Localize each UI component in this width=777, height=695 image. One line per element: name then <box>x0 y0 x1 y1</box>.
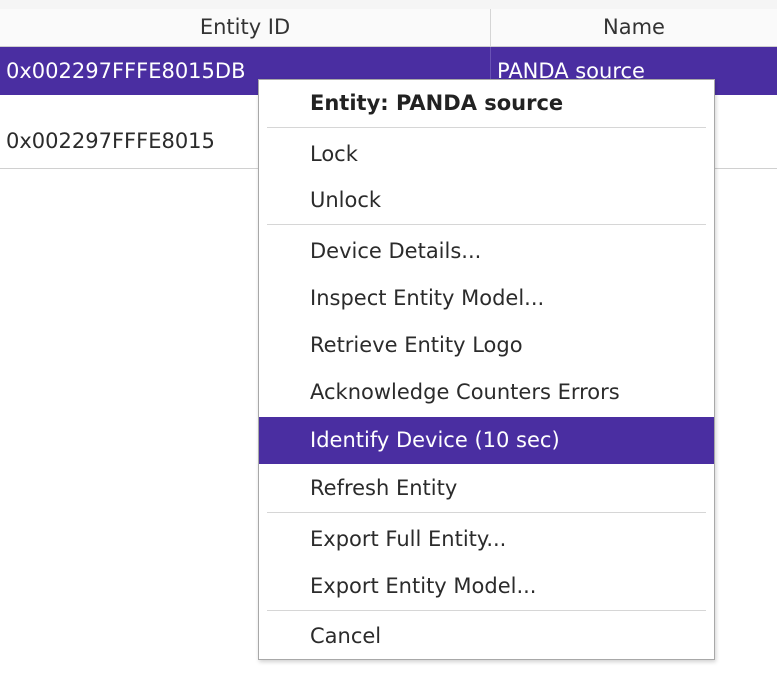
entity-context-menu: Entity: PANDA source Lock Unlock Device … <box>258 79 715 660</box>
menu-separator <box>267 127 706 128</box>
app-window: Entity ID Name 0x002297FFFE8015DB PANDA … <box>0 0 777 695</box>
menu-item-export-entity-model[interactable]: Export Entity Model... <box>259 563 714 610</box>
menu-item-inspect-entity-model[interactable]: Inspect Entity Model... <box>259 275 714 322</box>
menu-item-unlock[interactable]: Unlock <box>259 177 714 224</box>
column-header-entity-id[interactable]: Entity ID <box>0 9 491 46</box>
menu-item-lock[interactable]: Lock <box>259 131 714 178</box>
menu-item-retrieve-entity-logo[interactable]: Retrieve Entity Logo <box>259 322 714 369</box>
menu-separator <box>267 512 706 513</box>
menu-separator <box>267 224 706 225</box>
column-header-name[interactable]: Name <box>491 9 777 46</box>
menu-item-cancel[interactable]: Cancel <box>259 613 714 660</box>
menu-item-identify-device[interactable]: Identify Device (10 sec) <box>259 417 714 464</box>
menu-title: Entity: PANDA source <box>310 91 564 115</box>
menu-item-export-full-entity[interactable]: Export Full Entity... <box>259 516 714 563</box>
menu-separator <box>267 610 706 611</box>
menu-item-refresh-entity[interactable]: Refresh Entity <box>259 465 714 512</box>
table-header: Entity ID Name <box>0 9 777 47</box>
menu-item-acknowledge-counters-errors[interactable]: Acknowledge Counters Errors <box>259 369 714 416</box>
menu-item-device-details[interactable]: Device Details... <box>259 228 714 275</box>
